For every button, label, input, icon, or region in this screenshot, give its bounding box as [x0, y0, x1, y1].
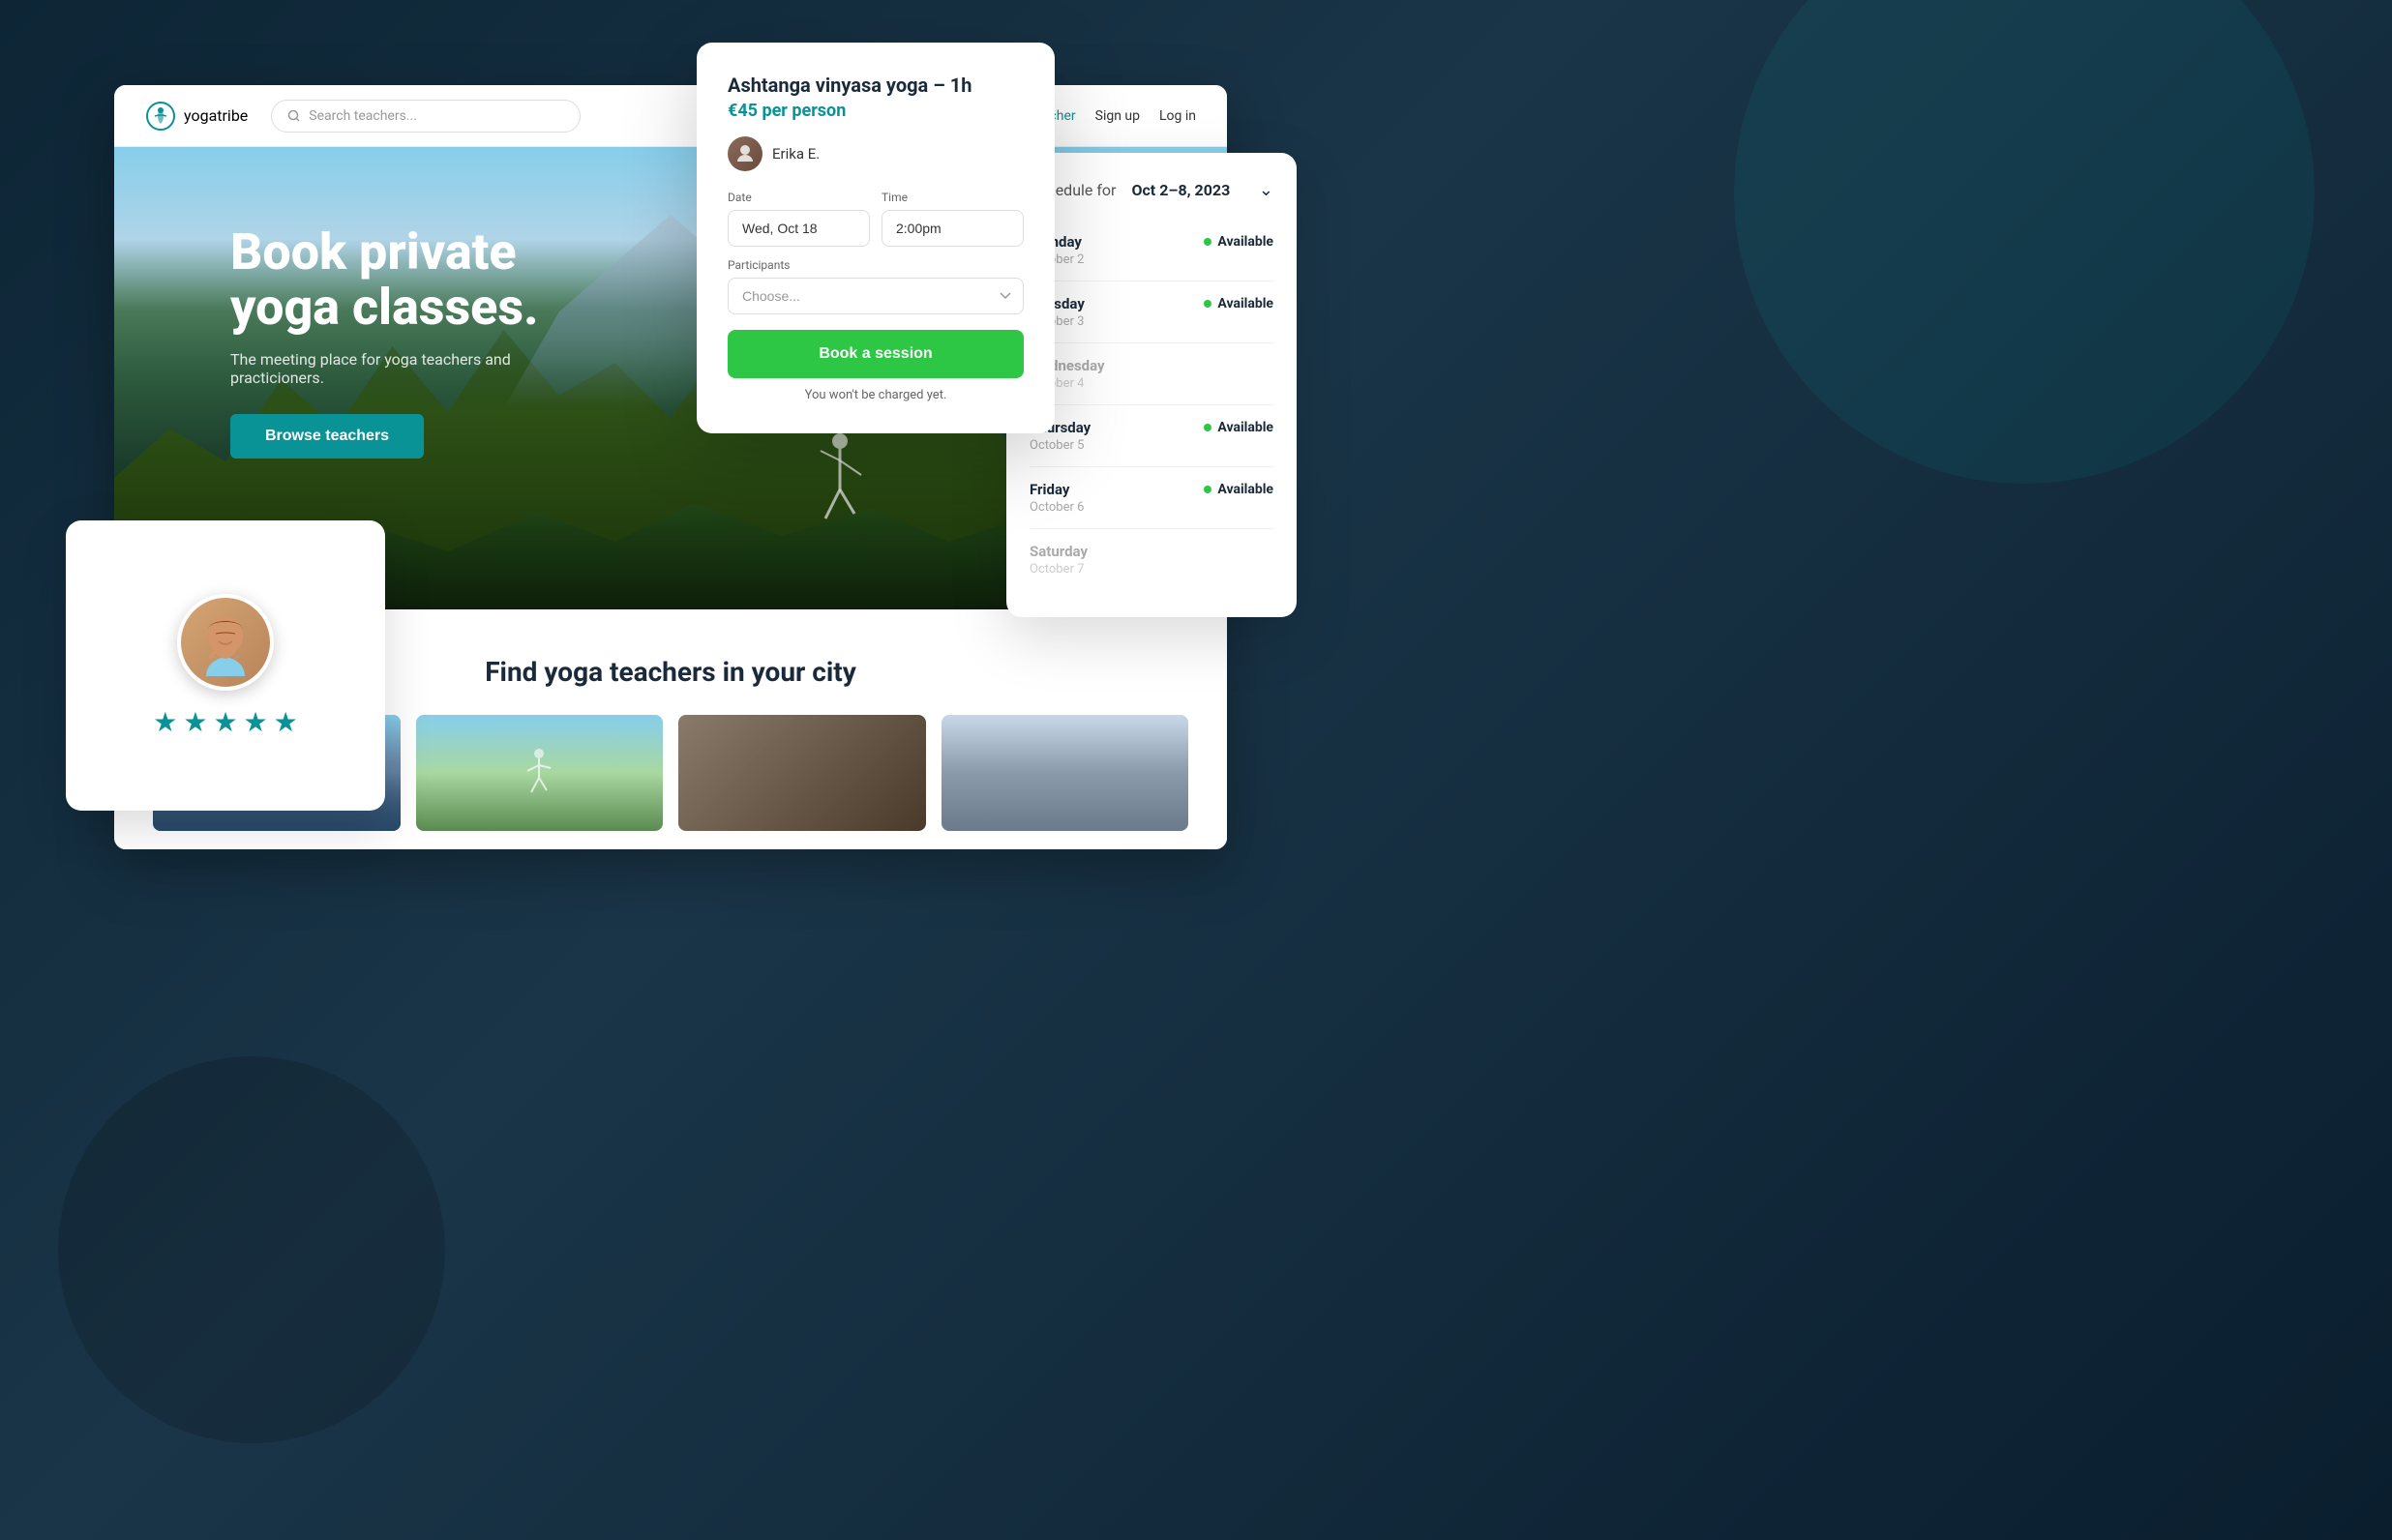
available-badge: Available — [1204, 234, 1273, 250]
available-badge: Available — [1204, 420, 1273, 435]
available-dot — [1204, 486, 1211, 493]
login-link[interactable]: Log in — [1159, 108, 1196, 124]
browse-teachers-button[interactable]: Browse teachers — [230, 414, 424, 459]
city-image-4[interactable] — [942, 715, 1189, 831]
city-image-3[interactable] — [678, 715, 926, 831]
star-4: ★ — [244, 706, 268, 738]
participants-select[interactable]: Choose... 1 person 2 people 3 people — [728, 278, 1024, 314]
star-5: ★ — [274, 706, 298, 738]
yogatribe-logo-icon — [145, 101, 176, 132]
logo-text: yogatribe — [184, 106, 248, 125]
schedule-item-thursday[interactable]: Thursday Available October 5 — [1030, 405, 1273, 467]
schedule-date: October 4 — [1030, 376, 1273, 391]
schedule-day-label: Thursday Available — [1030, 419, 1273, 436]
schedule-item-tuesday[interactable]: Tuesday Available October 3 — [1030, 281, 1273, 343]
profile-card: ★ ★ ★ ★ ★ — [66, 520, 385, 811]
star-3: ★ — [213, 706, 237, 738]
participants-group: Participants Choose... 1 person 2 people… — [728, 258, 1024, 314]
signup-link[interactable]: Sign up — [1095, 108, 1140, 124]
booking-title: Ashtanga vinyasa yoga – 1h — [728, 74, 1024, 97]
star-1: ★ — [153, 706, 177, 738]
teacher-row: Erika E. — [728, 136, 1024, 171]
date-time-row: Date Time — [728, 191, 1024, 247]
schedule-item-friday[interactable]: Friday Available October 6 — [1030, 467, 1273, 529]
city-image-2[interactable] — [416, 715, 664, 831]
search-icon — [287, 109, 301, 123]
hero-title: Book private yoga classes. — [230, 224, 617, 335]
hero-content: Book private yoga classes. The meeting p… — [230, 224, 617, 459]
available-badge: Available — [1204, 482, 1273, 497]
booking-card: Ashtanga vinyasa yoga – 1h €45 per perso… — [697, 43, 1055, 433]
no-charge-text: You won't be charged yet. — [728, 388, 1024, 402]
participants-label: Participants — [728, 258, 1024, 272]
profile-avatar — [177, 594, 274, 691]
hero-subtitle: The meeting place for yoga teachers and … — [230, 350, 598, 387]
schedule-date: October 5 — [1030, 438, 1273, 453]
schedule-day-label: Wednesday — [1030, 357, 1273, 374]
teacher-name: Erika E. — [772, 145, 820, 163]
date-label: Date — [728, 191, 870, 204]
booking-price: €45 per person — [728, 101, 1024, 121]
schedule-date: October 6 — [1030, 500, 1273, 515]
time-group: Time — [882, 191, 1024, 247]
date-group: Date — [728, 191, 870, 247]
star-rating: ★ ★ ★ ★ ★ — [153, 706, 298, 738]
schedule-items-list: Monday Available October 2 Tuesday Avail… — [1030, 220, 1273, 590]
schedule-item-monday[interactable]: Monday Available October 2 — [1030, 220, 1273, 281]
search-bar[interactable]: Search teachers... — [271, 100, 581, 133]
available-dot — [1204, 238, 1211, 246]
schedule-item-saturday[interactable]: Saturday October 7 — [1030, 529, 1273, 590]
schedule-date: October 3 — [1030, 314, 1273, 329]
navbar: yogatribe Search teachers... + Become a … — [114, 85, 1227, 147]
schedule-day-label: Friday Available — [1030, 481, 1273, 498]
schedule-date: October 2 — [1030, 252, 1273, 267]
available-dot — [1204, 424, 1211, 431]
available-dot — [1204, 300, 1211, 308]
schedule-day-label: Saturday — [1030, 543, 1273, 560]
yoga-figure — [801, 422, 879, 580]
star-2: ★ — [183, 706, 207, 738]
schedule-day-label: Tuesday Available — [1030, 295, 1273, 312]
schedule-header: Schedule for Oct 2–8, 2023 ⌄ — [1030, 180, 1273, 200]
logo[interactable]: yogatribe — [145, 101, 248, 132]
available-badge: Available — [1204, 296, 1273, 311]
schedule-date: October 7 — [1030, 562, 1273, 577]
date-input[interactable] — [728, 210, 870, 247]
search-placeholder: Search teachers... — [309, 108, 417, 124]
schedule-item-wednesday[interactable]: Wednesday October 4 — [1030, 343, 1273, 405]
time-label: Time — [882, 191, 1024, 204]
teacher-avatar — [728, 136, 762, 171]
book-session-button[interactable]: Book a session — [728, 330, 1024, 378]
schedule-chevron-icon[interactable]: ⌄ — [1259, 180, 1273, 200]
time-input[interactable] — [882, 210, 1024, 247]
schedule-day-label: Monday Available — [1030, 233, 1273, 251]
schedule-date-range: Oct 2–8, 2023 — [1131, 181, 1230, 199]
